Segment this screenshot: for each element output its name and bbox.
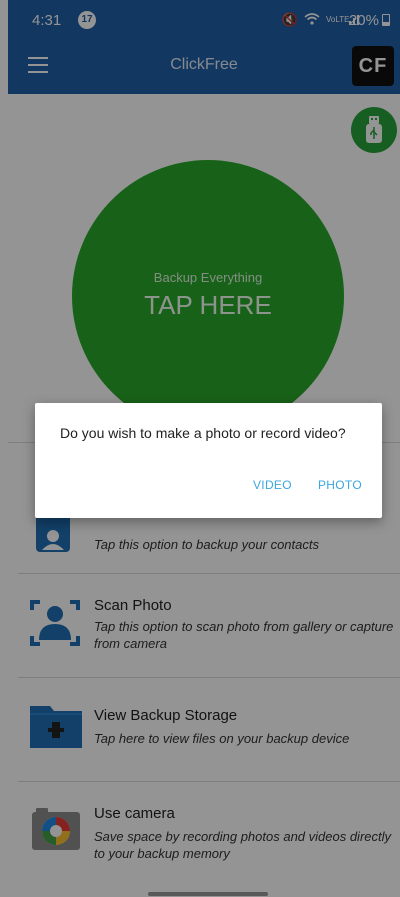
photo-or-video-dialog: Do you wish to make a photo or record vi… — [35, 403, 382, 518]
photo-button[interactable]: PHOTO — [318, 478, 362, 492]
video-button[interactable]: VIDEO — [253, 478, 292, 492]
dialog-message: Do you wish to make a photo or record vi… — [60, 425, 346, 441]
phone-screen: 4:31 17 🔇 VoLTE 20% ClickFree CF Backup … — [0, 0, 400, 897]
